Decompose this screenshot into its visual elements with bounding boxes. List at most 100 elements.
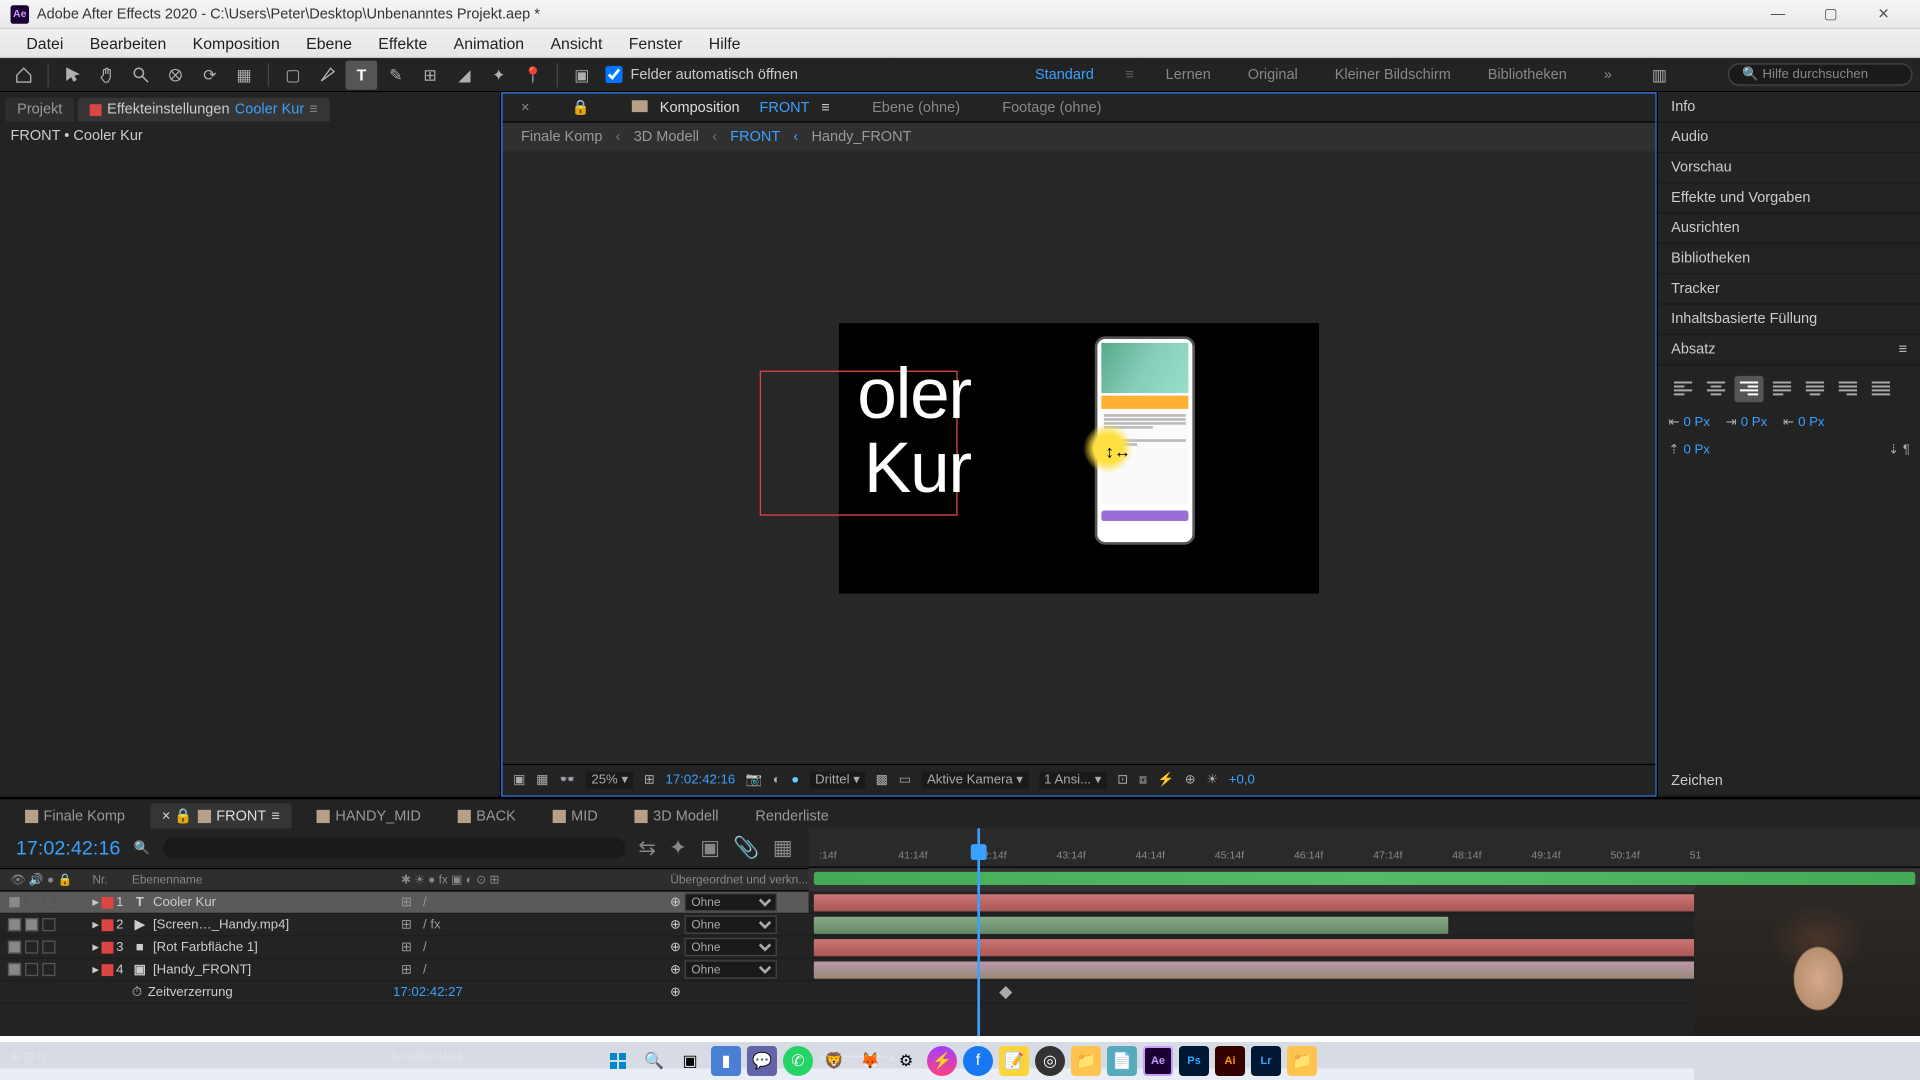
menu-animation[interactable]: Animation	[440, 34, 537, 52]
tlt-finale[interactable]: Finale Komp	[13, 805, 137, 829]
channel-icon[interactable]: ◐	[773, 773, 781, 788]
viewer-timecode[interactable]: 17:02:42:16	[666, 773, 736, 788]
tb-messenger[interactable]: ⚡	[927, 1046, 957, 1076]
tb-ae[interactable]: Ae	[1143, 1046, 1173, 1076]
timeline-timecode[interactable]: 17:02:42:16	[16, 837, 121, 859]
tb-teams[interactable]: 💬	[747, 1046, 777, 1076]
fast-preview-icon[interactable]: ⊕	[1185, 773, 1196, 788]
clone-tool[interactable]: ⊞	[414, 60, 446, 89]
tb-explorer[interactable]: ▮	[711, 1046, 741, 1076]
tb-files[interactable]: 📁	[1071, 1046, 1101, 1076]
menu-komposition[interactable]: Komposition	[179, 34, 292, 52]
menu-datei[interactable]: Datei	[13, 34, 76, 52]
justify-right-icon[interactable]	[1833, 376, 1862, 402]
ws-original[interactable]: Original	[1242, 64, 1303, 85]
space-before[interactable]: ⇡0 Px	[1669, 443, 1710, 458]
playhead[interactable]	[977, 828, 980, 1068]
selection-tool[interactable]	[57, 60, 89, 89]
panel-toggle-icon[interactable]: ▣	[566, 60, 598, 89]
snapshot-icon[interactable]: 📷	[746, 773, 762, 788]
views-dropdown[interactable]: 1 Ansi... ▾	[1039, 772, 1107, 789]
indent-right[interactable]: ⇤0 Px	[1783, 415, 1824, 430]
justify-left-icon[interactable]	[1767, 376, 1796, 402]
tb-folder2[interactable]: 📁	[1287, 1046, 1317, 1076]
property-row[interactable]: ⏱ Zeitverzerrung 17:02:42:27 ⊕	[0, 981, 809, 1003]
workspace-layout-icon[interactable]: ▥	[1643, 60, 1675, 89]
comp-close-icon[interactable]: ×	[513, 97, 537, 118]
pen-tool[interactable]	[311, 60, 343, 89]
orbit-tool[interactable]	[160, 60, 192, 89]
exposure-icon[interactable]: ☀	[1206, 773, 1218, 788]
minimize-button[interactable]: —	[1752, 0, 1805, 28]
color-icon[interactable]: ●	[791, 773, 799, 788]
bc-front[interactable]: FRONT	[725, 129, 786, 145]
align-right-icon[interactable]	[1734, 376, 1763, 402]
align-left-icon[interactable]	[1669, 376, 1698, 402]
home-icon[interactable]	[8, 60, 40, 89]
bc-finale[interactable]: Finale Komp	[516, 129, 608, 145]
tb-ps[interactable]: Ps	[1179, 1046, 1209, 1076]
tb-firefox[interactable]: 🦊	[855, 1046, 885, 1076]
tb-brave[interactable]: 🦁	[819, 1046, 849, 1076]
brush-tool[interactable]: ✎	[380, 60, 412, 89]
camera-dropdown[interactable]: Aktive Kamera ▾	[922, 772, 1029, 789]
comp-tab-ebene[interactable]: Ebene (ohne)	[864, 97, 968, 118]
resolution-icon[interactable]: ⊞	[644, 773, 655, 788]
ws-overflow[interactable]: »	[1598, 64, 1617, 85]
view-opts-icon[interactable]: ⊡	[1117, 773, 1128, 788]
tlt-front[interactable]: × 🔒 FRONT ≡	[150, 803, 292, 828]
tl-tool2[interactable]: ✦	[669, 835, 687, 861]
close-button[interactable]: ✕	[1857, 0, 1910, 28]
tlt-3d[interactable]: 3D Modell	[623, 805, 731, 829]
transparency-icon[interactable]: ▩	[876, 773, 888, 788]
render-icon[interactable]: ⚡	[1158, 773, 1174, 788]
indent-left[interactable]: ⇤0 Px	[1669, 415, 1710, 430]
ws-lernen[interactable]: Lernen	[1160, 64, 1216, 85]
auto-open-checkbox[interactable]	[605, 66, 622, 83]
panel-tracker[interactable]: Tracker	[1658, 274, 1920, 304]
layer-row[interactable]: ▸3 ■[Rot Farbfläche 1] ⊞ / ⊕ Ohne	[0, 936, 809, 958]
tb-obs[interactable]: ◎	[1035, 1046, 1065, 1076]
layer-row[interactable]: ▸4 ▣[Handy_FRONT] ⊞ / ⊕ Ohne	[0, 959, 809, 981]
tb-notes[interactable]: 📝	[999, 1046, 1029, 1076]
space-after[interactable]: ⇣ ¶	[1888, 443, 1910, 458]
panel-zeichen[interactable]: Zeichen	[1658, 766, 1920, 796]
tb-notepad[interactable]: 📄	[1107, 1046, 1137, 1076]
maximize-button[interactable]: ▢	[1804, 0, 1857, 28]
tab-effekteinstellungen[interactable]: Effekteinstellungen Cooler Kur ≡	[78, 98, 330, 122]
tb-start[interactable]	[603, 1046, 633, 1076]
grid-icon[interactable]: ▦	[536, 773, 548, 788]
panel-info[interactable]: Info	[1658, 92, 1920, 122]
canvas[interactable]: oler Kur ↕↔	[839, 322, 1319, 592]
justify-center-icon[interactable]	[1800, 376, 1829, 402]
tab-projekt[interactable]: Projekt	[5, 98, 74, 122]
tb-app1[interactable]: ⚙	[891, 1046, 921, 1076]
text-layer-render[interactable]: oler Kur	[839, 357, 971, 507]
layer-row[interactable]: ▸1 TCooler Kur ⊞ / ⊕ Ohne	[0, 892, 809, 914]
comp-tab-footage[interactable]: Footage (ohne)	[994, 97, 1109, 118]
ws-standard[interactable]: Standard	[1030, 64, 1099, 85]
ws-kleiner[interactable]: Kleiner Bildschirm	[1329, 64, 1456, 85]
viewport[interactable]: oler Kur ↕↔	[503, 152, 1656, 764]
roto-tool[interactable]: ✦	[483, 60, 515, 89]
zoom-dropdown[interactable]: 25% ▾	[586, 772, 633, 789]
rotate-tool[interactable]: ⟳	[194, 60, 226, 89]
region-icon[interactable]: ▭	[899, 773, 911, 788]
tl-tool4[interactable]: 📎	[733, 835, 759, 861]
bc-3d[interactable]: 3D Modell	[628, 129, 704, 145]
menu-fenster[interactable]: Fenster	[616, 34, 696, 52]
indent-first[interactable]: ⇥0 Px	[1726, 415, 1767, 430]
exposure-value[interactable]: +0,0	[1229, 773, 1255, 788]
tl-tool3[interactable]: ▣	[700, 835, 720, 861]
tb-ai[interactable]: Ai	[1215, 1046, 1245, 1076]
tb-taskview[interactable]: ▣	[675, 1046, 705, 1076]
help-search[interactable]: 🔍 Hilfe durchsuchen	[1728, 63, 1913, 85]
timeline-search[interactable]	[163, 838, 625, 859]
hand-tool[interactable]	[91, 60, 123, 89]
panel-bibliotheken[interactable]: Bibliotheken	[1658, 244, 1920, 274]
type-tool[interactable]: T	[346, 60, 378, 89]
eraser-tool[interactable]: ◢	[448, 60, 480, 89]
panel-ausrichten[interactable]: Ausrichten	[1658, 214, 1920, 244]
bc-handy[interactable]: Handy_FRONT	[806, 129, 917, 145]
search-icon[interactable]: 🔍	[134, 841, 150, 856]
